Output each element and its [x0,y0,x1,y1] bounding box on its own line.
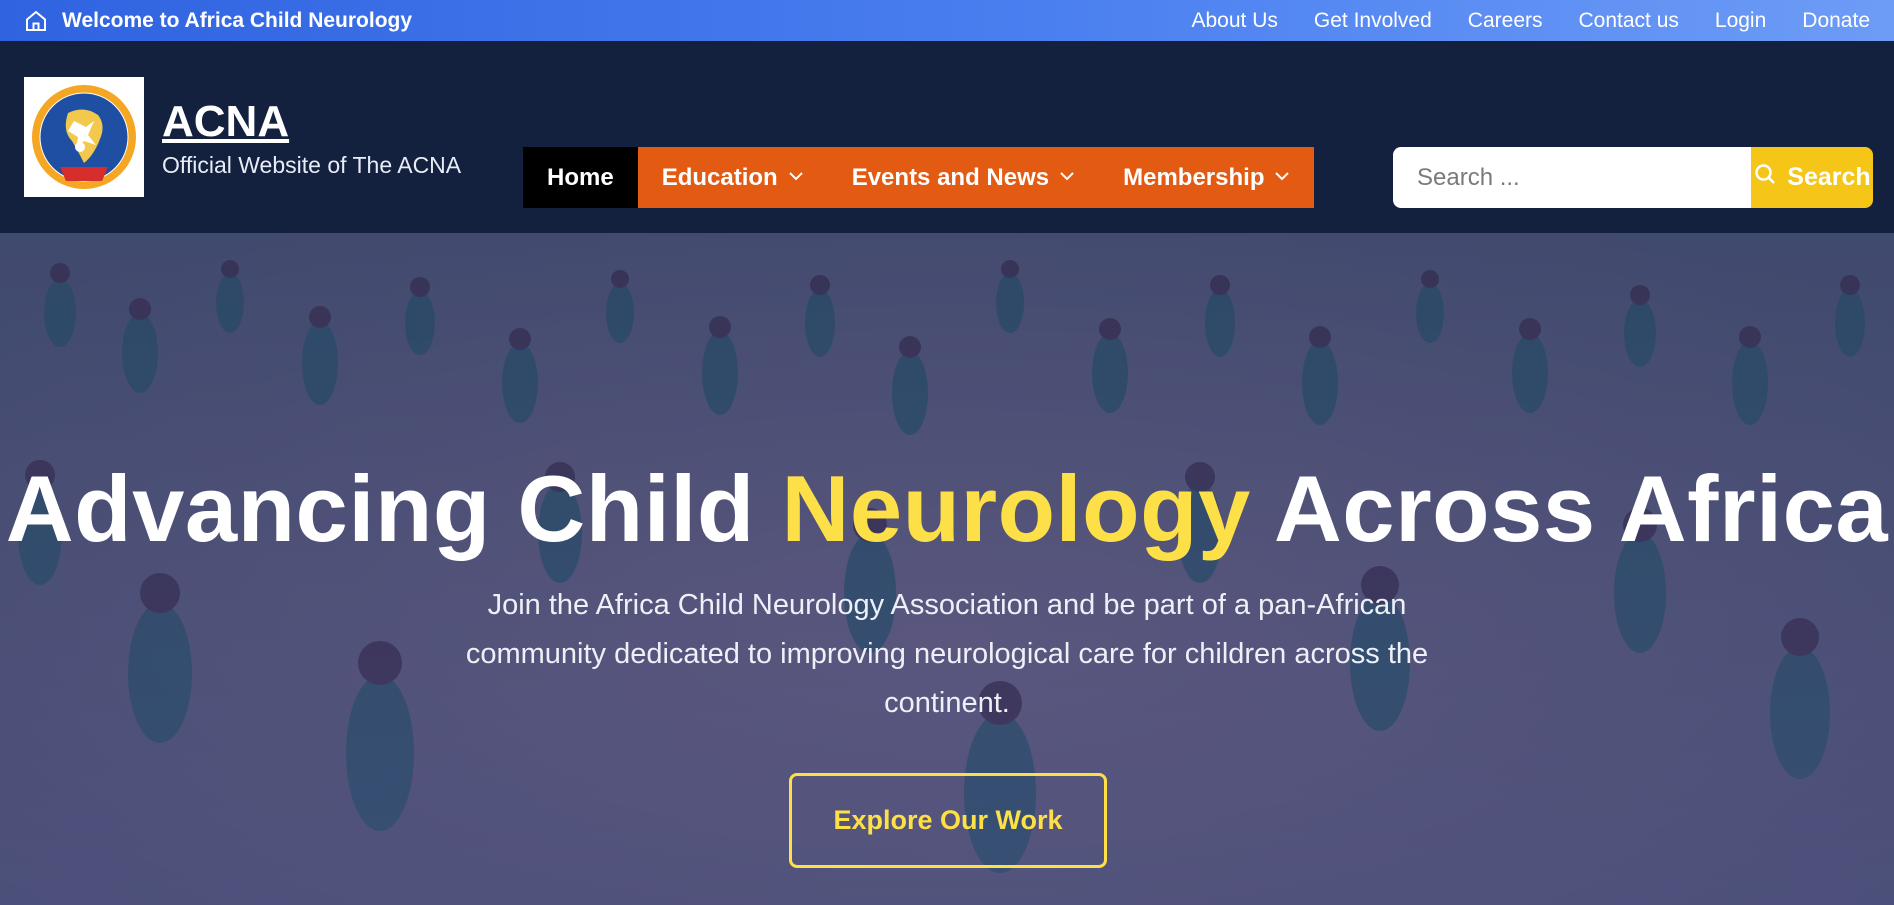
site-title[interactable]: ACNA [162,97,289,147]
welcome-message: Welcome to Africa Child Neurology [24,9,412,33]
login-link[interactable]: Login [1715,9,1766,33]
site-header: ACNA Official Website of The ACNA Home E… [0,41,1894,233]
hero-section: Advancing Child Neurology Across Africa … [0,233,1894,905]
donate-link[interactable]: Donate [1802,9,1870,33]
nav-education[interactable]: Education [637,147,828,208]
about-us-link[interactable]: About Us [1192,9,1278,33]
nav-home[interactable]: Home [523,147,638,208]
nav-education-label: Education [661,163,778,191]
nav-membership-label: Membership [1123,163,1265,191]
home-icon[interactable] [24,9,48,33]
nav-events-label: Events and News [851,163,1050,191]
chevron-down-icon [1274,168,1290,186]
nav-events-and-news[interactable]: Events and News [827,147,1100,208]
welcome-text: Welcome to Africa Child Neurology [62,8,413,32]
search-form: Search [1393,147,1873,208]
search-icon [1753,162,1777,193]
nav-home-label: Home [547,163,614,191]
main-nav: Home Education Events and News Membershi… [523,147,1315,208]
nav-membership[interactable]: Membership [1099,147,1315,208]
search-button-label: Search [1787,163,1871,191]
hero-title-post: Across Africa [1250,456,1889,561]
chevron-down-icon [788,168,804,186]
hero-title: Advancing Child Neurology Across Africa [0,455,1894,563]
chevron-down-icon [1059,168,1075,186]
careers-link[interactable]: Careers [1468,9,1543,33]
explore-our-work-button[interactable]: Explore Our Work [789,773,1107,868]
search-input[interactable] [1393,147,1751,208]
top-links: About Us Get Involved Careers Contact us… [1192,9,1871,33]
top-bar: Welcome to Africa Child Neurology About … [0,0,1894,41]
site-tagline: Official Website of The ACNA [162,152,462,178]
acna-logo[interactable] [24,77,144,197]
search-button[interactable]: Search [1751,147,1873,208]
contact-us-link[interactable]: Contact us [1579,9,1679,33]
get-involved-link[interactable]: Get Involved [1314,9,1432,33]
hero-subtitle: Join the Africa Child Neurology Associat… [465,589,1429,719]
hero-title-highlight: Neurology [781,456,1251,561]
hero-title-pre: Advancing Child [5,456,782,561]
